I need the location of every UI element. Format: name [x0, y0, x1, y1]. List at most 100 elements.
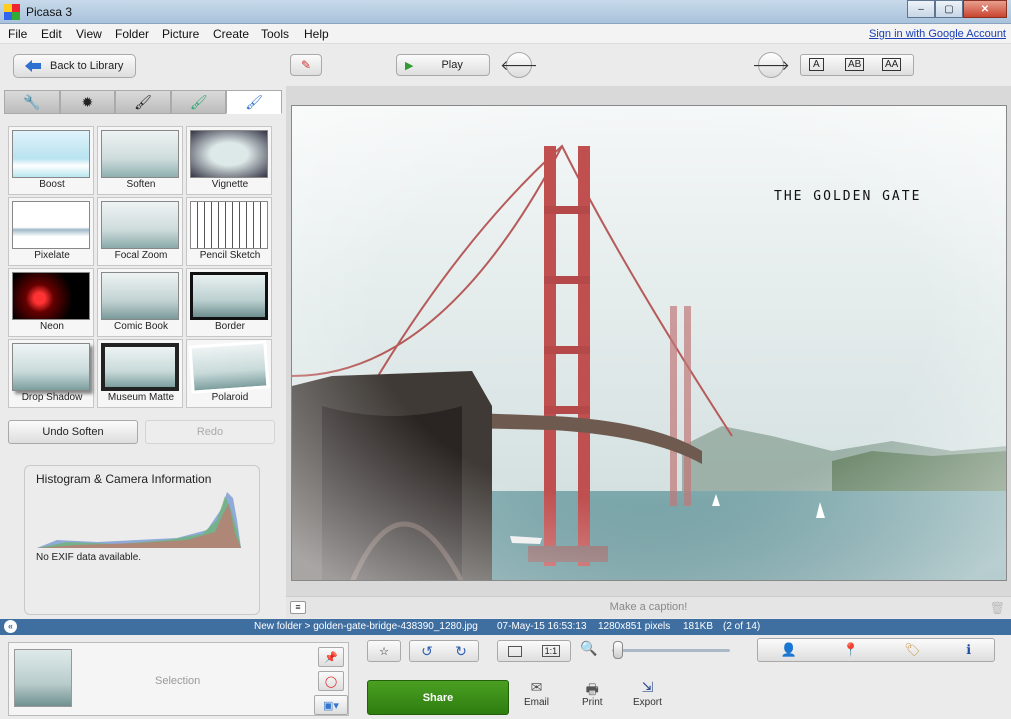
menu-create[interactable]: Create — [213, 27, 249, 41]
menu-help[interactable]: Help — [304, 27, 329, 41]
status-size: 181KB — [683, 621, 714, 632]
fit-to-screen-icon[interactable] — [507, 645, 522, 657]
toolbar: Back to Library ✎ ▶ Play 🡐 🡒 A AB AA — [0, 44, 1011, 125]
zoom-icon: 🔍 — [580, 640, 598, 656]
selection-tray: Selection 📌 ◯ ▣▾ — [8, 642, 349, 716]
star-button[interactable]: ☆ — [367, 640, 401, 662]
previous-photo-button[interactable]: 🡐 — [500, 52, 538, 78]
effect-boost[interactable]: Boost — [8, 126, 94, 195]
selection-thumbnail[interactable] — [14, 649, 72, 707]
trash-icon[interactable]: 🗑 — [990, 601, 1005, 615]
menu-bar: File Edit View Folder Picture Create Too… — [0, 24, 1011, 44]
close-button[interactable]: ✕ — [963, 0, 1007, 18]
effect-drop-shadow-label: Drop Shadow — [21, 392, 83, 403]
effect-focal-zoom[interactable]: Focal Zoom — [97, 197, 183, 266]
tab-effects-3[interactable]: 🖌 — [226, 90, 282, 114]
effect-comic-book[interactable]: Comic Book — [97, 268, 183, 337]
menu-folder[interactable]: Folder — [115, 27, 149, 41]
play-button[interactable]: ▶ Play — [396, 54, 490, 76]
main-photo[interactable]: THE GOLDEN GATE — [291, 105, 1007, 581]
status-date: 07-May-15 16:53:13 — [497, 621, 587, 632]
effect-neon[interactable]: Neon — [8, 268, 94, 337]
photo-effects-button[interactable]: ✎ — [290, 54, 322, 76]
effect-border-preview — [190, 272, 268, 320]
effect-pencil-sketch-label: Pencil Sketch — [199, 250, 261, 261]
caption-mode-a[interactable]: A — [809, 58, 824, 71]
green-brush-icon: 🖌 — [189, 93, 208, 110]
tab-effects-2[interactable]: 🖌 — [170, 90, 227, 114]
effect-focal-zoom-preview — [101, 201, 179, 249]
maximize-button[interactable]: ▢ — [935, 0, 963, 18]
effect-vignette[interactable]: Vignette — [186, 126, 272, 195]
effect-museum-matte[interactable]: Museum Matte — [97, 339, 183, 408]
effect-pixelate[interactable]: Pixelate — [8, 197, 94, 266]
effect-border[interactable]: Border — [186, 268, 272, 337]
histogram-panel: Histogram & Camera Information No EXIF d… — [24, 465, 260, 615]
minimize-button[interactable]: – — [907, 0, 935, 18]
info-icon[interactable]: ℹ — [966, 642, 971, 658]
histogram-title: Histogram & Camera Information — [36, 472, 212, 486]
email-button[interactable]: ✉ Email — [524, 679, 549, 708]
rotate-left-icon[interactable]: ↺ — [421, 643, 433, 660]
effect-neon-label: Neon — [40, 321, 64, 332]
print-button[interactable]: 🖶 Print — [582, 679, 603, 708]
actual-size-button[interactable]: 1:1 — [541, 645, 561, 657]
effect-soften[interactable]: Soften — [97, 126, 183, 195]
zoom-slider-thumb[interactable] — [613, 641, 623, 659]
exif-note: No EXIF data available. — [36, 552, 142, 563]
email-label: Email — [524, 697, 550, 708]
export-icon: ⇲ — [641, 679, 654, 695]
caption-mode-aa[interactable]: AA — [882, 58, 902, 71]
menu-file[interactable]: File — [8, 27, 27, 41]
album-icon: ▣▾ — [323, 699, 339, 712]
share-button[interactable]: Share — [367, 680, 509, 715]
hold-button[interactable]: 📌 — [318, 647, 344, 667]
redo-button[interactable]: Redo — [145, 420, 275, 444]
next-photo-button[interactable]: 🡒 — [752, 52, 790, 78]
places-icon[interactable]: 📍 — [842, 642, 858, 658]
people-icon[interactable]: 👤 — [781, 642, 797, 658]
back-to-library-label: Back to Library — [50, 60, 124, 72]
menu-tools[interactable]: Tools — [261, 27, 289, 41]
effect-comic-book-preview — [101, 272, 179, 320]
zoom-slider-track[interactable] — [612, 649, 730, 652]
tab-effects-1[interactable]: 🖌 — [115, 90, 171, 114]
effect-polaroid[interactable]: Polaroid — [186, 339, 272, 408]
window-controls: – ▢ ✕ — [907, 0, 1007, 18]
caption-input[interactable]: Make a caption! — [286, 601, 1011, 613]
rotate-right-icon[interactable]: ↻ — [455, 643, 467, 660]
effect-drop-shadow[interactable]: Drop Shadow — [8, 339, 94, 408]
export-button[interactable]: ⇲ Export — [633, 679, 662, 708]
title-bar: Picasa 3 – ▢ ✕ — [0, 0, 1011, 24]
menu-picture[interactable]: Picture — [162, 27, 199, 41]
status-position: (2 of 14) — [723, 621, 761, 632]
clear-button[interactable]: ◯ — [318, 671, 344, 691]
effect-drop-shadow-preview — [12, 343, 90, 391]
status-dimensions: 1280x851 pixels — [598, 621, 671, 632]
print-label: Print — [582, 697, 603, 708]
tags-icon[interactable]: 🏷 — [904, 642, 921, 658]
back-arrow-icon — [25, 60, 41, 72]
undo-soften-button[interactable]: Undo Soften — [8, 420, 138, 444]
effect-museum-matte-label: Museum Matte — [107, 392, 175, 403]
selection-label: Selection — [155, 675, 201, 687]
collapse-icon[interactable]: « — [4, 620, 17, 633]
tab-basic-fixes[interactable]: 🔧 — [4, 90, 60, 114]
menu-edit[interactable]: Edit — [41, 27, 62, 41]
photo-overlay-text: THE GOLDEN GATE — [774, 189, 922, 204]
play-label: Play — [441, 59, 463, 71]
rotate-group: ↺ ↻ — [409, 640, 479, 662]
effect-soften-label: Soften — [126, 179, 156, 190]
album-button[interactable]: ▣▾ — [314, 695, 348, 715]
effect-pencil-sketch[interactable]: Pencil Sketch — [186, 197, 272, 266]
brightness-icon: ✹ — [81, 93, 94, 110]
tab-tuning[interactable]: ✹ — [59, 90, 116, 114]
back-to-library-button[interactable]: Back to Library — [13, 54, 136, 78]
picasa-logo-icon — [4, 4, 20, 20]
effect-polaroid-preview — [188, 340, 270, 394]
menu-view[interactable]: View — [76, 27, 102, 41]
caption-bar: ≡ Make a caption! 🗑 — [286, 596, 1011, 618]
status-path: New folder > golden-gate-bridge-438390_1… — [254, 621, 478, 632]
sign-in-link[interactable]: Sign in with Google Account — [869, 28, 1006, 40]
caption-mode-ab[interactable]: AB — [845, 58, 865, 71]
